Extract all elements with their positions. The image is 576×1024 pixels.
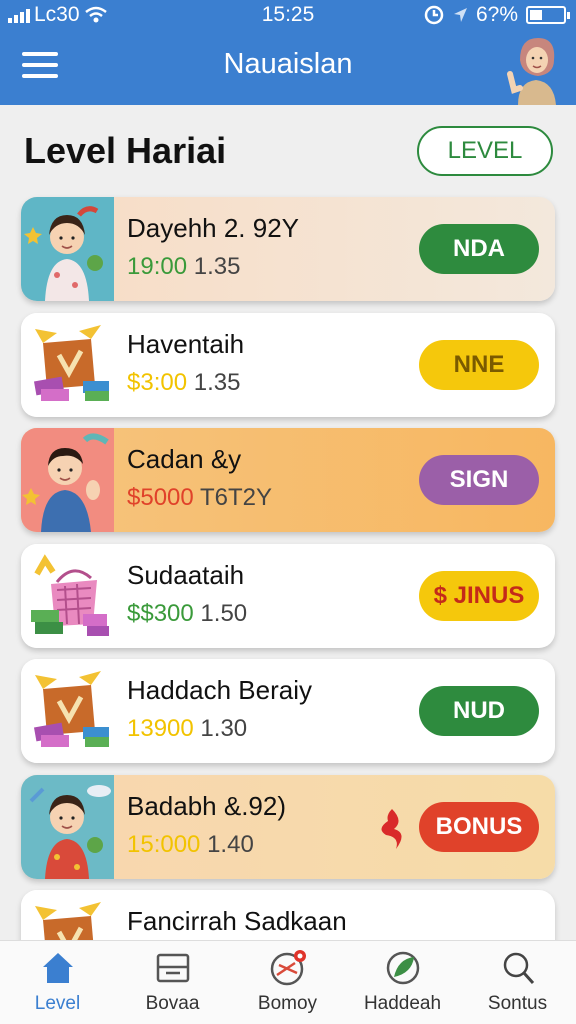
item-illustration [21, 197, 114, 301]
alarm-icon [424, 5, 444, 25]
item-amount-primary: $3:00 [127, 368, 188, 396]
battery-icon [526, 6, 570, 24]
leaf-icon [386, 951, 420, 985]
tab-label: Bomoy [257, 993, 318, 1014]
item-title: Badabh &.92) [127, 790, 287, 821]
bottom-tab-bar: Level Bovaa Bomoy Haddeah Sontus [0, 940, 576, 1024]
level-button[interactable]: LEVEL [417, 126, 553, 176]
flame-icon [381, 808, 402, 849]
item-action-button[interactable]: NNE [419, 339, 539, 390]
item-title: Dayehh 2. 92Y [127, 213, 300, 243]
item-action-button[interactable]: $ JINUS [419, 570, 539, 621]
level-card[interactable]: Sudaataih $$300 1.50 $ JINUS [21, 543, 555, 648]
profile-avatar[interactable] [504, 30, 568, 105]
item-amount: $3:00 1.35 [127, 369, 240, 397]
level-card[interactable]: Cadan &y $5000 T6T2Y SIGN [21, 428, 555, 532]
item-amount-primary: 15:000 [127, 830, 201, 858]
tab-4[interactable]: Haddeah [345, 941, 460, 1024]
item-amount: 15:000 1.40 [127, 831, 254, 859]
item-title: Cadan &y [127, 444, 242, 474]
battery-percent: 6?% [475, 3, 518, 26]
level-card[interactable]: Haventaih $3:00 1.35 NNE [21, 312, 555, 417]
tab-5[interactable]: Sontus [460, 941, 575, 1024]
item-action-button[interactable]: NUD [419, 686, 539, 736]
bonus-icon [270, 950, 306, 986]
item-title: Sudaataih [127, 559, 245, 590]
tab-1[interactable]: Level [0, 941, 115, 1024]
item-title: Fancirrah Sadkaan [127, 906, 347, 936]
item-illustration [21, 312, 114, 417]
item-action-button[interactable]: NDA [419, 224, 539, 274]
item-action-button[interactable]: SIGN [419, 455, 539, 505]
status-bar: Lc30 15:25 6?% [0, 0, 576, 30]
level-card[interactable]: Haddach Beraiy 13900 1.30 NUD [21, 659, 555, 763]
item-amount-primary: 13900 [127, 715, 194, 742]
item-amount-primary: $5000 [127, 484, 194, 511]
search-icon [503, 952, 535, 985]
location-icon [453, 8, 467, 22]
item-amount-primary: 19:00 [127, 253, 188, 280]
top-app-bar: Lc30 15:25 6?% Nauaislan [0, 0, 576, 105]
item-amount-secondary: 1.35 [193, 253, 241, 280]
level-card[interactable]: Badabh &.92) 15:000 1.40 BONUS [21, 774, 555, 879]
tab-2[interactable]: Bovaa [115, 941, 230, 1024]
item-amount-primary: $$300 [127, 599, 194, 627]
item-illustration [21, 428, 114, 532]
tab-3[interactable]: Bomoy [230, 941, 345, 1024]
item-illustration [21, 659, 114, 763]
tab-label: Level [34, 993, 81, 1014]
inbox-icon [156, 953, 190, 983]
level-card[interactable]: Dayehh 2. 92Y 19:00 1.35 NDA [21, 197, 555, 301]
item-amount-secondary: 1.40 [207, 830, 254, 858]
item-amount: $5000 T6T2Y [127, 484, 272, 512]
item-illustration [21, 543, 114, 648]
item-title: Haventaih [127, 328, 245, 359]
item-amount-secondary: 1.30 [200, 715, 248, 742]
item-amount: $$300 1.50 [127, 600, 247, 628]
item-title: Haddach Beraiy [127, 675, 312, 705]
item-amount-secondary: 1.35 [193, 368, 241, 396]
item-amount-secondary: T6T2Y [199, 484, 273, 511]
home-icon [43, 953, 73, 983]
item-action-button[interactable]: BONUS [419, 801, 539, 852]
item-amount: 19:00 1.35 [127, 253, 240, 281]
item-amount-secondary: 1.50 [200, 599, 248, 627]
tab-label: Sontus [487, 993, 548, 1014]
tab-label: Bovaa [145, 993, 200, 1014]
tab-label: Haddeah [363, 993, 442, 1014]
item-illustration [21, 774, 114, 879]
item-amount: 13900 1.30 [127, 715, 247, 743]
page-title: Level Hariai [24, 130, 227, 171]
app-title: Nauaislan [223, 48, 353, 80]
